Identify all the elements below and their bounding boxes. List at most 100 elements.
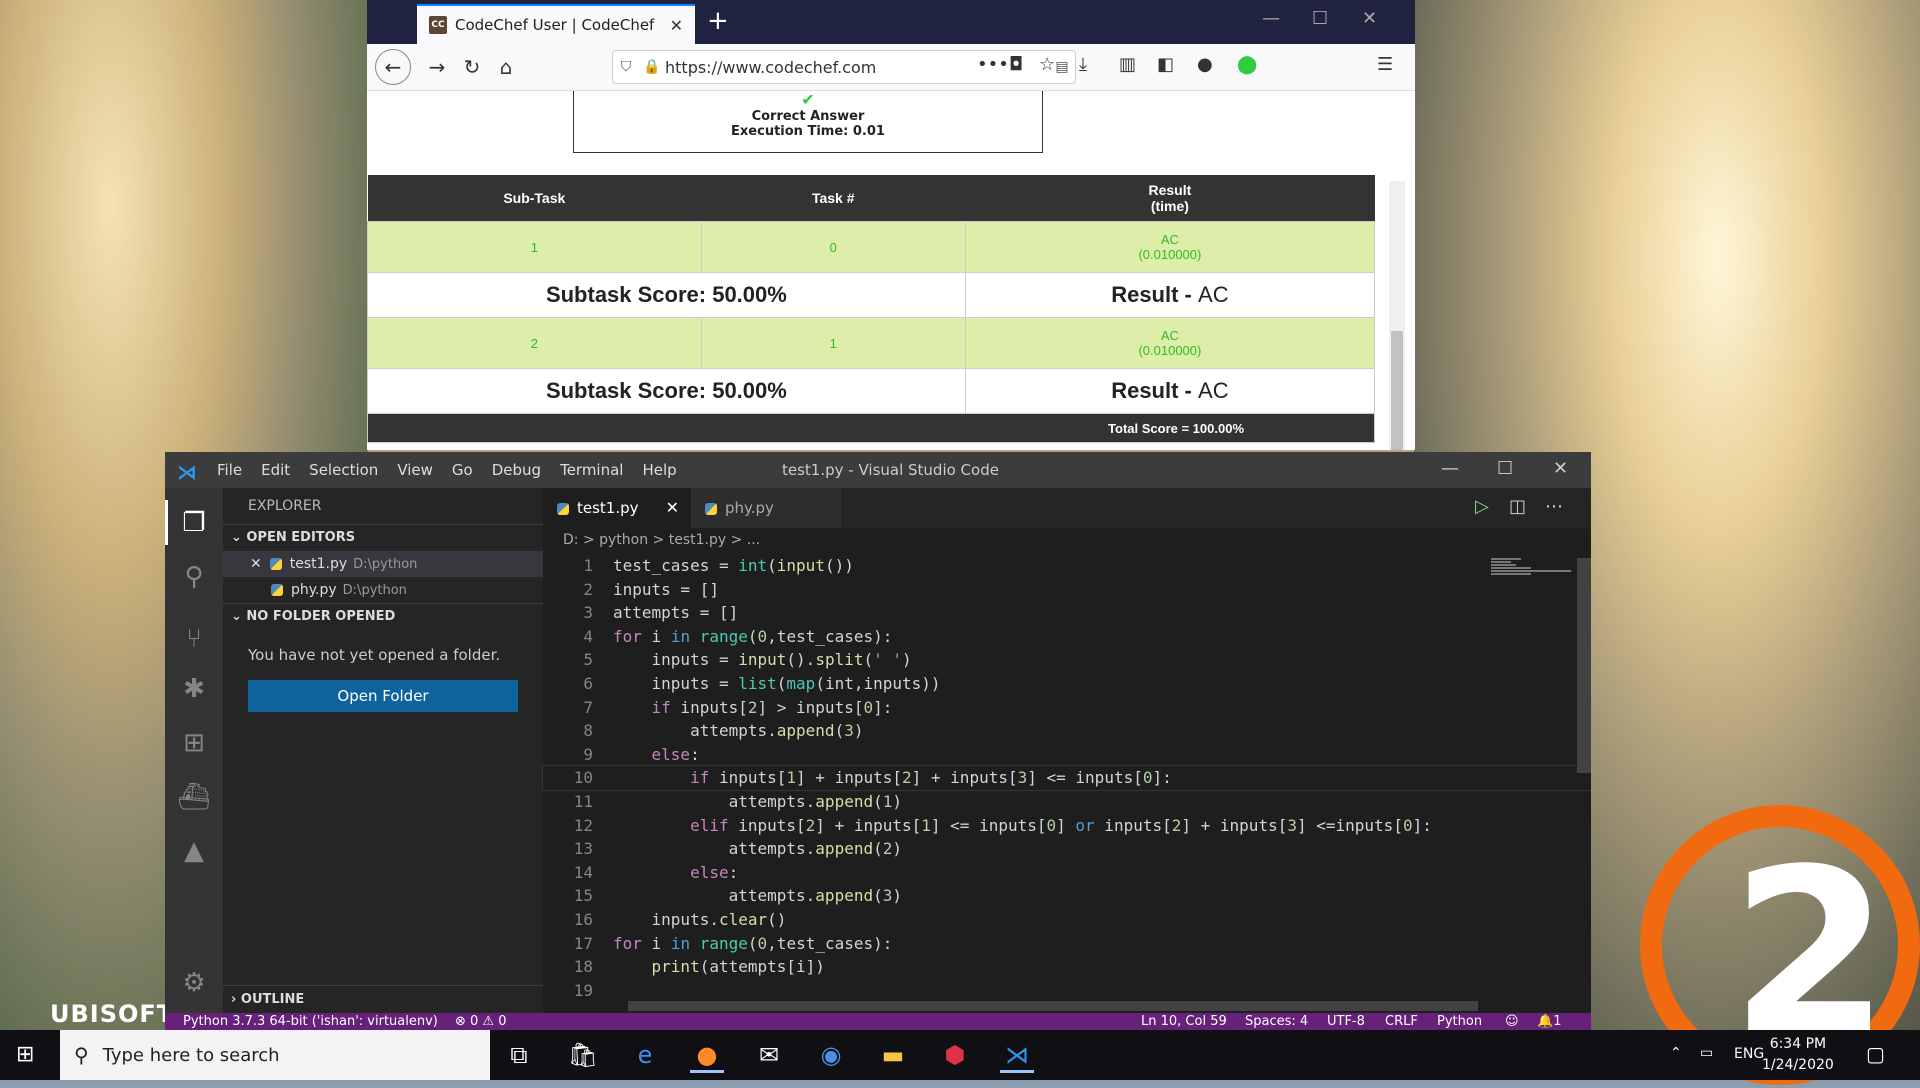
run-icon[interactable]: ▷	[1475, 496, 1489, 517]
debug-icon[interactable]: ✱	[177, 672, 211, 706]
code-line[interactable]: 5 inputs = input().split(' ')	[543, 648, 1591, 672]
source-control-icon[interactable]: ⑂	[177, 622, 211, 656]
new-tab-icon[interactable]: +	[707, 6, 729, 36]
page-actions-icon[interactable]: •••	[977, 54, 1009, 75]
menu-file[interactable]: File	[217, 461, 242, 479]
code-line[interactable]: 19	[543, 979, 1591, 1003]
close-tab-icon[interactable]: ✕	[666, 488, 679, 528]
code-line[interactable]: 1 test_cases = int(input())	[543, 554, 1591, 578]
explorer-icon[interactable]: ❐	[177, 506, 211, 540]
security-app-icon[interactable]: ⬢	[938, 1040, 972, 1070]
back-icon[interactable]: ←	[375, 49, 411, 85]
download-icon[interactable]: ⤓	[1079, 54, 1087, 75]
edge-icon[interactable]: e	[628, 1040, 662, 1070]
mail-icon[interactable]: ✉	[752, 1040, 786, 1070]
menu-debug[interactable]: Debug	[492, 461, 541, 479]
code-editor[interactable]: 1 test_cases = int(input()) 2 inputs = [] 3 a…	[542, 554, 1591, 1003]
thunderbird-icon[interactable]: ◉	[814, 1040, 848, 1070]
more-actions-icon[interactable]: ⋯	[1545, 496, 1563, 517]
open-editors-header[interactable]: ⌄ OPEN EDITORS	[223, 524, 543, 551]
vscode-taskbar-icon[interactable]: ⋊	[1000, 1040, 1034, 1073]
open-folder-button[interactable]: Open Folder	[248, 680, 518, 712]
lock-icon[interactable]: 🔒	[639, 59, 665, 75]
code-line[interactable]: 14 else:	[543, 861, 1591, 885]
firefox-icon[interactable]: ●	[690, 1040, 724, 1073]
code-line[interactable]: 11 attempts.append(1)	[543, 790, 1591, 814]
code-line[interactable]: 2 inputs = []	[543, 578, 1591, 602]
language-indicator[interactable]: ENG	[1734, 1046, 1764, 1062]
code-line[interactable]: 8 attempts.append(3)	[543, 719, 1591, 743]
task-view-icon[interactable]: ⧉	[502, 1040, 536, 1070]
status-language[interactable]: Python	[1437, 1013, 1482, 1030]
minimap[interactable]	[1491, 558, 1571, 598]
feedback-icon[interactable]: ☺	[1505, 1013, 1519, 1030]
store-icon[interactable]: 🛍	[566, 1040, 600, 1070]
maximize-icon[interactable]: ☐	[1312, 8, 1328, 29]
status-interpreter[interactable]: Python 3.7.3 64-bit ('ishan': virtualenv…	[183, 1013, 438, 1030]
open-editor-item[interactable]: ✕ test1.py D:\python	[223, 551, 543, 577]
account-icon[interactable]: ●	[1197, 54, 1213, 75]
close-window-icon[interactable]: ✕	[1362, 8, 1377, 29]
maximize-icon[interactable]: ☐	[1497, 458, 1513, 479]
status-eol[interactable]: CRLF	[1385, 1013, 1418, 1030]
code-line[interactable]: 10 if inputs[1] + inputs[2] + inputs[3] …	[542, 765, 1591, 791]
menu-view[interactable]: View	[397, 461, 433, 479]
no-folder-header[interactable]: ⌄ NO FOLDER OPENED	[223, 603, 543, 630]
code-line[interactable]: 3 attempts = []	[543, 601, 1591, 625]
search-icon[interactable]: ⚲	[177, 560, 211, 594]
split-editor-icon[interactable]: ◫	[1509, 496, 1526, 517]
editor-hscrollbar[interactable]	[628, 1001, 1478, 1011]
pocket-icon[interactable]: ◘	[1009, 54, 1023, 75]
open-editor-item[interactable]: phy.py D:\python	[223, 577, 543, 603]
bookmark-star-icon[interactable]: ☆	[1039, 54, 1055, 75]
library-icon[interactable]: ▥	[1119, 54, 1136, 75]
code-line[interactable]: 16 inputs.clear()	[543, 908, 1591, 932]
browser-tab-codechef[interactable]: CC CodeChef User | CodeChef ✕	[417, 4, 695, 44]
notification-center-icon[interactable]: ▢	[1866, 1042, 1885, 1066]
menu-terminal[interactable]: Terminal	[560, 461, 623, 479]
status-spaces[interactable]: Spaces: 4	[1245, 1013, 1308, 1030]
system-clock[interactable]: 6:34 PM 1/24/2020	[1762, 1034, 1834, 1076]
tray-chevron-icon[interactable]: ⌃	[1670, 1045, 1682, 1061]
browser-scrollbar[interactable]	[1389, 181, 1405, 450]
code-line[interactable]: 7 if inputs[2] > inputs[0]:	[543, 696, 1591, 720]
sidebar-icon[interactable]: ◧	[1157, 54, 1174, 75]
extension-icon[interactable]: ⬤	[1237, 54, 1257, 75]
code-line[interactable]: 9 else:	[543, 743, 1591, 767]
close-icon[interactable]: ✕	[250, 556, 262, 572]
taskbar-search[interactable]: ⚲ Type here to search	[60, 1030, 490, 1080]
code-line[interactable]: 4 for i in range(0,test_cases):	[543, 625, 1591, 649]
gear-icon[interactable]: ⚙	[177, 966, 211, 1000]
menu-go[interactable]: Go	[452, 461, 473, 479]
editor-scrollbar[interactable]	[1577, 558, 1591, 773]
windows-start-icon[interactable]: ⊞	[16, 1042, 34, 1067]
close-tab-icon[interactable]: ✕	[670, 16, 683, 35]
forward-icon[interactable]: →	[422, 52, 452, 82]
status-position[interactable]: Ln 10, Col 59	[1141, 1013, 1227, 1030]
menu-selection[interactable]: Selection	[309, 461, 378, 479]
docker-icon[interactable]: ⛴	[177, 780, 211, 814]
battery-icon[interactable]: ▭	[1700, 1045, 1713, 1061]
code-line[interactable]: 18 print(attempts[i])	[543, 955, 1591, 979]
tab-phy[interactable]: phy.py	[691, 488, 841, 528]
azure-icon[interactable]: ▲	[177, 834, 211, 868]
code-line[interactable]: 13 attempts.append(2)	[543, 837, 1591, 861]
close-window-icon[interactable]: ✕	[1553, 458, 1568, 479]
menu-help[interactable]: Help	[642, 461, 676, 479]
reload-icon[interactable]: ↻	[457, 52, 487, 82]
tab-test1[interactable]: test1.py ✕	[543, 488, 691, 528]
extensions-icon[interactable]: ⊞	[177, 726, 211, 760]
status-notifications[interactable]: 🔔 1	[1537, 1013, 1561, 1030]
status-problems[interactable]: ⊗ 0 ⚠ 0	[455, 1013, 507, 1030]
code-line[interactable]: 17 for i in range(0,test_cases):	[543, 932, 1591, 956]
minimize-icon[interactable]: —	[1262, 8, 1280, 29]
shield-icon[interactable]: ⛉	[613, 59, 639, 75]
hamburger-menu-icon[interactable]: ☰	[1377, 54, 1393, 75]
menu-edit[interactable]: Edit	[261, 461, 290, 479]
code-line[interactable]: 15 attempts.append(3)	[543, 884, 1591, 908]
outline-header[interactable]: › OUTLINE	[223, 985, 543, 1013]
code-line[interactable]: 12 elif inputs[2] + inputs[1] <= inputs[…	[543, 814, 1591, 838]
scroll-thumb[interactable]	[1391, 331, 1403, 450]
file-explorer-icon[interactable]: ▬	[876, 1040, 910, 1070]
minimize-icon[interactable]: —	[1441, 458, 1459, 479]
